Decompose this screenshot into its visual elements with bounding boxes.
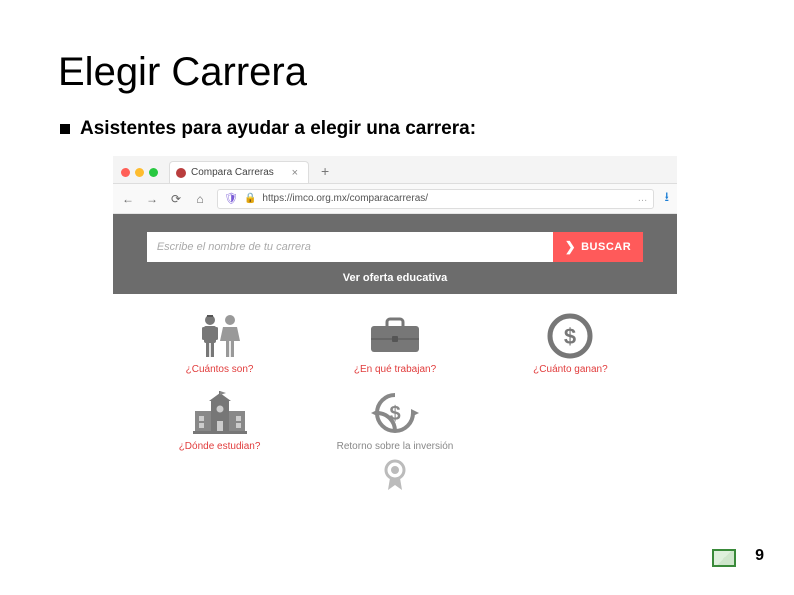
shield-icon: 🛡 [224,192,238,205]
chevron-right-icon: ❯ [565,239,576,255]
school-building-icon [190,389,250,437]
medal-row [113,458,677,492]
briefcase-icon [365,312,425,360]
bullet-marker-icon [60,124,70,134]
footer-badge-icon [712,549,736,567]
roi-cycle-icon: $ [365,389,425,437]
search-placeholder: Escribe el nombre de tu carrera [157,241,311,253]
window-controls [119,168,163,183]
webpage-content: Escribe el nombre de tu carrera ❯ BUSCAR… [113,214,677,492]
svg-text:$: $ [564,324,576,349]
medal-icon [380,458,410,492]
search-button[interactable]: ❯ BUSCAR [553,232,643,262]
bullet-item: Asistentes para ayudar a elegir una carr… [60,118,476,140]
browser-screenshot: Compara Carreras × + ← → ⟳ ⌂ 🛡 🔒 https:/… [113,156,677,536]
close-window-icon[interactable] [121,168,130,177]
dollar-coin-icon: $ [540,312,600,360]
browser-tabbar: Compara Carreras × + [113,156,677,184]
cell-trabajan-label: ¿En qué trabajan? [354,364,436,375]
lock-icon: 🔒 [244,193,256,204]
cell-cuantos[interactable]: ¿Cuántos son? [186,312,254,375]
cell-retorno-label: Retorno sobre la inversión [337,441,454,452]
cell-estudian-label: ¿Dónde estudian? [179,441,261,452]
search-button-label: BUSCAR [581,241,631,253]
cell-cuantos-label: ¿Cuántos son? [186,364,254,375]
career-search-input[interactable]: Escribe el nombre de tu carrera [147,232,553,262]
reload-icon[interactable]: ⟳ [169,192,183,206]
url-field[interactable]: 🛡 🔒 https://imco.org.mx/comparacarreras/… [217,189,654,209]
bullet-text: Asistentes para ayudar a elegir una carr… [80,118,476,140]
cell-trabajan[interactable]: ¿En qué trabajan? [354,312,436,375]
svg-text:$: $ [389,403,400,425]
oferta-link[interactable]: Ver oferta educativa [343,272,448,284]
page-number: 9 [755,547,764,565]
favicon-icon [176,168,186,178]
cell-estudian[interactable]: ¿Dónde estudian? [179,389,261,452]
tab-title: Compara Carreras [191,167,274,178]
download-icon[interactable]: ⭳ [664,188,669,210]
browser-chrome: Compara Carreras × + ← → ⟳ ⌂ 🛡 🔒 https:/… [113,156,677,214]
maximize-window-icon[interactable] [149,168,158,177]
forward-icon[interactable]: → [145,192,159,206]
browser-address-bar: ← → ⟳ ⌂ 🛡 🔒 https://imco.org.mx/comparac… [113,184,677,214]
search-row: Escribe el nombre de tu carrera ❯ BUSCAR [147,232,643,262]
browser-tab[interactable]: Compara Carreras × [169,161,309,183]
search-hero: Escribe el nombre de tu carrera ❯ BUSCAR… [113,214,677,294]
url-text: https://imco.org.mx/comparacarreras/ [262,193,428,204]
category-grid: ¿Cuántos son? ¿En qué trabajan? [147,312,643,452]
close-tab-icon[interactable]: × [292,167,298,179]
back-icon[interactable]: ← [121,192,135,206]
minimize-window-icon[interactable] [135,168,144,177]
home-icon[interactable]: ⌂ [193,192,207,206]
slide-title: Elegir Carrera [58,50,307,95]
cell-ganan-label: ¿Cuánto ganan? [533,364,608,375]
cell-retorno[interactable]: $ Retorno sobre la inversión [337,389,454,452]
url-more-icon[interactable]: … [637,193,647,204]
people-icon [190,312,250,360]
cell-ganan[interactable]: $ ¿Cuánto ganan? [533,312,608,375]
new-tab-button[interactable]: + [315,163,335,183]
